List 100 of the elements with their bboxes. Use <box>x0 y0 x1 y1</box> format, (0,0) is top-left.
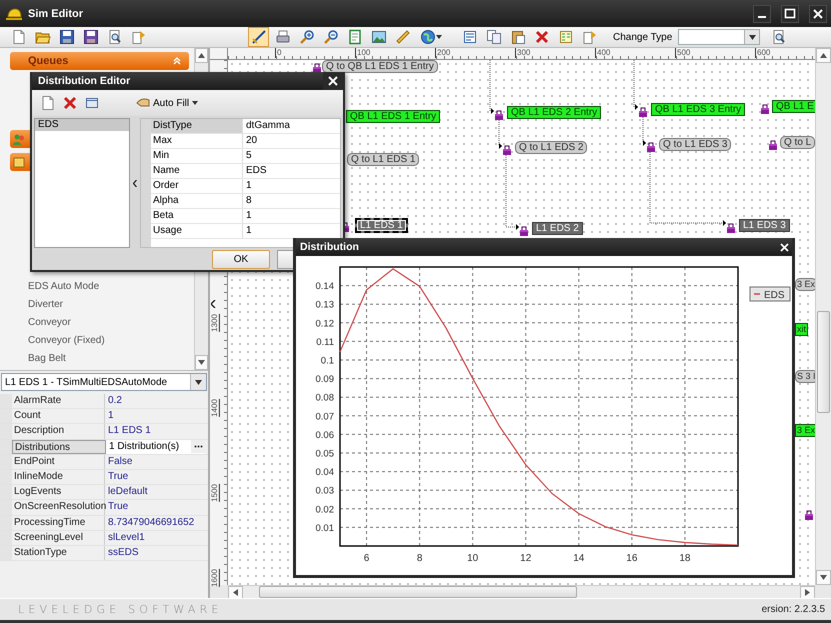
diagram-node[interactable]: Q to L1 EDS 2 <box>515 141 588 154</box>
tick-label: 0.11 <box>316 336 334 348</box>
property-row[interactable]: InlineMode True <box>0 470 208 486</box>
diagram-node[interactable]: 3 Ex <box>795 278 815 291</box>
property-name: DistType <box>151 119 243 133</box>
diagram-node[interactable]: L1 EDS 2 <box>532 222 583 235</box>
diagram-node[interactable]: Q to L <box>780 136 815 149</box>
dialog-button[interactable] <box>277 250 293 268</box>
caret-icon <box>192 101 198 105</box>
property-value: dtGamma <box>245 119 290 133</box>
property-value: slLevel1 <box>108 530 145 545</box>
property-row[interactable]: OnScreenResolution True <box>0 500 208 516</box>
bag-icon <box>519 226 529 236</box>
diagram-node[interactable]: L1 EDS 3 <box>739 219 790 232</box>
tick-label: 0.09 <box>316 374 334 386</box>
tick-label: 0.05 <box>316 448 334 460</box>
diagram-node[interactable]: QB L1 EDS 2 Entry <box>507 106 602 119</box>
property-row[interactable]: Min 5 <box>151 149 340 164</box>
property-row[interactable]: Distributions 1 Distribution(s) <box>0 440 208 455</box>
close-button[interactable] <box>323 72 343 90</box>
property-row[interactable]: AlarmRate 0.2 <box>0 394 208 410</box>
scroll-thumb[interactable] <box>817 311 830 413</box>
ellipsis-button[interactable] <box>191 440 205 453</box>
new-button[interactable] <box>40 95 56 111</box>
diagram-node[interactable]: QB L1 EDS 1 Entry <box>346 110 440 123</box>
tick-label: 0.02 <box>316 504 334 516</box>
scrollbar[interactable] <box>815 48 831 585</box>
window-title: Sim Editor <box>28 8 84 20</box>
object-dropdown[interactable]: L1 EDS 1 - TSimMultiEDSAutoMode <box>1 373 207 391</box>
minimize-icon <box>758 16 766 18</box>
window-button[interactable] <box>84 95 100 111</box>
property-value: True <box>108 500 128 514</box>
property-row[interactable]: DistType dtGamma <box>151 119 340 134</box>
tick-label: 6 <box>364 553 370 564</box>
toolbox-item[interactable]: Diverter <box>10 296 189 314</box>
property-row[interactable]: Max 20 <box>151 134 340 149</box>
property-value: 8 <box>245 194 252 208</box>
change-type-label: Change Type <box>613 32 672 42</box>
toolbox-item[interactable]: Conveyor (Fixed) <box>10 332 189 350</box>
ok-button[interactable]: OK <box>212 250 270 268</box>
legend: EDS <box>750 286 790 302</box>
collapse-icon[interactable] <box>133 180 137 186</box>
pen-line-button[interactable] <box>248 27 269 47</box>
property-row[interactable]: Beta 1 <box>151 209 340 224</box>
property-name: Description <box>12 424 105 439</box>
connector-line <box>490 60 494 114</box>
property-value: False <box>108 454 132 469</box>
minimize-button[interactable] <box>753 4 771 22</box>
property-name: Order <box>151 179 243 193</box>
window-title: Distribution <box>300 241 359 253</box>
diagram-node[interactable]: xit <box>795 323 808 336</box>
property-value: L1 EDS 1 <box>108 424 151 438</box>
image-icon <box>370 29 386 45</box>
property-row[interactable]: ProcessingTime 8.73479046691652 <box>0 516 208 531</box>
property-row[interactable]: EndPoint False <box>0 454 208 470</box>
property-row[interactable]: ScreeningLevel slLevel1 <box>0 530 208 546</box>
property-value: 5 <box>245 149 252 163</box>
maximize-button[interactable] <box>781 4 799 22</box>
diagram-node[interactable]: L1 EDS 1 <box>355 218 408 233</box>
dialog-title: Distribution Editor <box>38 75 130 87</box>
toolbox-item[interactable]: Conveyor <box>10 314 189 332</box>
category-header[interactable]: Queues <box>10 52 189 70</box>
property-row[interactable]: StationType ssEDS <box>0 546 208 562</box>
diagram-node[interactable]: S 3 I <box>795 370 815 383</box>
collapse-icon[interactable] <box>211 300 216 308</box>
tick-label: 0.08 <box>316 392 334 404</box>
pen-line-icon <box>250 29 266 45</box>
property-row[interactable]: Alpha 8 <box>151 194 340 209</box>
property-row[interactable]: Order 1 <box>151 179 340 194</box>
diagram-node[interactable]: Q to L1 EDS 3 <box>659 138 732 151</box>
tick-label: 0.07 <box>316 411 334 422</box>
page-icon <box>346 29 362 45</box>
delete-icon <box>62 95 78 111</box>
diagram-node[interactable]: Q to QB L1 EDS 1 Entry <box>322 60 438 73</box>
ruler-label: 1600 <box>210 569 220 587</box>
toolbox-item[interactable]: EDS Auto Mode <box>10 278 189 296</box>
scroll-thumb[interactable] <box>259 586 577 598</box>
list-item[interactable]: EDS <box>35 119 129 131</box>
property-row[interactable]: LogEvents leDefault <box>0 485 208 500</box>
diagram-node[interactable]: 3 Ex <box>795 424 815 437</box>
ruler-label: 300 <box>515 48 530 58</box>
property-value: 1 <box>245 224 252 238</box>
property-value: EDS <box>245 164 267 178</box>
diagram-node[interactable]: Q to L1 EDS 1 <box>347 153 420 166</box>
bag-icon <box>760 104 770 114</box>
collapse-icon <box>173 57 181 65</box>
close-icon <box>780 242 788 252</box>
properties-icon <box>558 29 574 45</box>
property-row[interactable]: Count 1 <box>0 409 208 424</box>
diagram-node[interactable]: QB L1 EDS 3 Entry <box>651 103 746 116</box>
save-icon <box>58 29 74 45</box>
new-file-icon <box>10 29 26 45</box>
diagram-node[interactable]: QB L1 E <box>772 100 815 113</box>
delete-button[interactable] <box>62 95 78 111</box>
close-button[interactable] <box>809 4 827 22</box>
scrollbar[interactable] <box>228 585 815 598</box>
toolbox-item[interactable]: Bag Belt <box>10 350 189 368</box>
auto-fill-button[interactable]: Auto Fill <box>136 97 198 109</box>
property-row[interactable]: Name EDS <box>151 164 340 179</box>
property-name: Alpha <box>151 194 243 208</box>
